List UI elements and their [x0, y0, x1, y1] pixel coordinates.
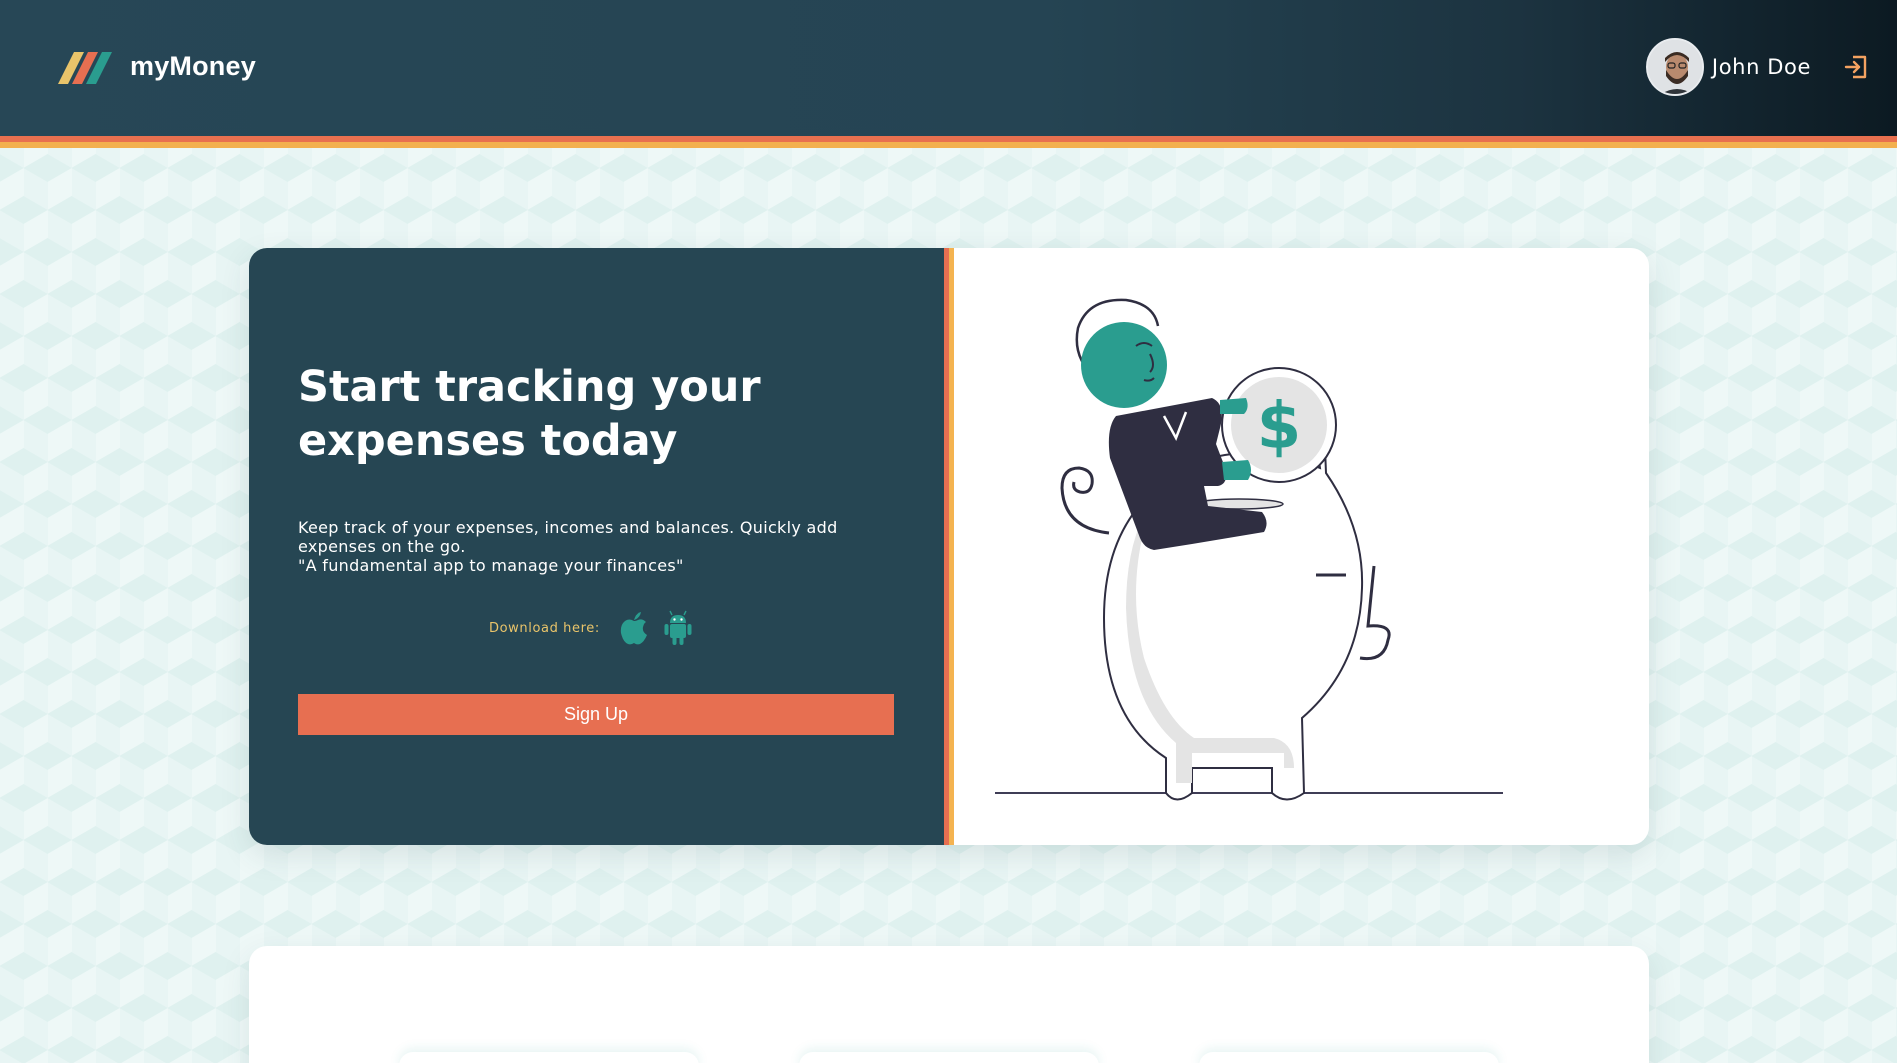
user-avatar[interactable] [1645, 38, 1704, 96]
android-icon[interactable] [662, 610, 694, 646]
feature-tile [1199, 1052, 1499, 1063]
piggy-bank-illustration: $ [995, 298, 1503, 801]
features-card [249, 946, 1649, 1063]
feature-tile [799, 1052, 1099, 1063]
apple-icon[interactable] [618, 610, 650, 646]
hero-title: Start tracking your expenses today [298, 362, 761, 466]
feature-tile [399, 1052, 699, 1063]
sign-up-button[interactable]: Sign Up [298, 694, 894, 735]
header-accent-stripe [0, 136, 1897, 148]
download-label: Download here: [489, 620, 600, 636]
user-menu[interactable]: John Doe [1645, 38, 1811, 96]
top-navbar: myMoney John Doe [0, 0, 1897, 136]
hero-content: Start tracking your expenses today Keep … [249, 248, 944, 845]
hero-description-line: Keep track of your expenses, incomes and… [298, 518, 838, 556]
logout-icon[interactable] [1843, 54, 1869, 80]
hero-description: Keep track of your expenses, incomes and… [298, 518, 898, 575]
coin-dollar-sign: $ [1257, 390, 1302, 464]
stripes-logo-icon [58, 52, 112, 84]
hero-card: Start tracking your expenses today Keep … [249, 248, 1649, 845]
hero-illustration-panel: $ [954, 248, 1649, 845]
user-name: John Doe [1711, 55, 1811, 79]
hero-divider [944, 248, 954, 845]
download-links: Download here: [489, 610, 706, 646]
app-name: myMoney [130, 50, 256, 81]
hero-quote: "A fundamental app to manage your financ… [298, 556, 684, 575]
app-logo[interactable]: myMoney [58, 46, 256, 86]
